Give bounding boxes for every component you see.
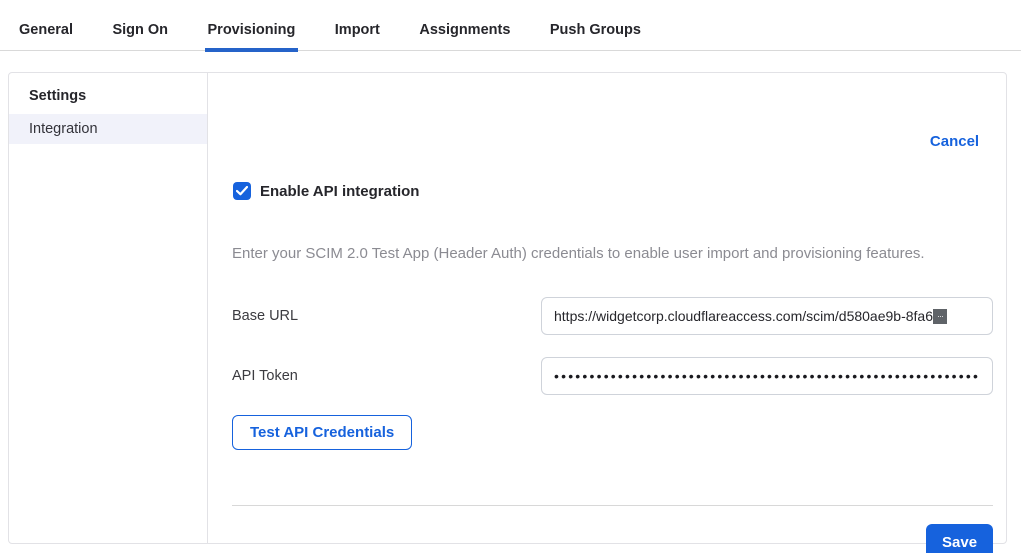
tab-general[interactable]: General <box>19 0 73 50</box>
enable-api-label: Enable API integration <box>260 183 419 200</box>
base-url-label: Base URL <box>232 308 541 324</box>
text-overflow-marker-icon: ··· <box>933 309 947 324</box>
api-token-input[interactable]: ••••••••••••••••••••••••••••••••••••••••… <box>541 357 993 395</box>
tab-push-groups[interactable]: Push Groups <box>550 0 641 50</box>
sidebar-item-integration[interactable]: Integration <box>9 114 207 144</box>
base-url-value: https://widgetcorp.cloudflareaccess.com/… <box>554 298 933 334</box>
save-button[interactable]: Save <box>926 524 993 553</box>
base-url-row: Base URL https://widgetcorp.cloudflareac… <box>232 297 993 335</box>
tab-assignments[interactable]: Assignments <box>419 0 510 50</box>
cancel-link[interactable]: Cancel <box>930 133 979 150</box>
tab-sign-on[interactable]: Sign On <box>112 0 168 50</box>
settings-sidebar: Settings Integration <box>9 73 208 543</box>
test-api-credentials-button[interactable]: Test API Credentials <box>232 415 412 450</box>
test-credentials-row: Test API Credentials <box>232 415 993 450</box>
enable-api-row: Enable API integration <box>232 182 993 200</box>
app-tab-bar: General Sign On Provisioning Import Assi… <box>0 0 1021 51</box>
provisioning-panel: Settings Integration Cancel Enable API i… <box>8 72 1007 544</box>
enable-api-checkbox[interactable] <box>233 182 251 200</box>
tab-import[interactable]: Import <box>335 0 380 50</box>
integration-settings-content: Cancel Enable API integration Enter your… <box>208 73 1017 543</box>
api-token-masked-value: ••••••••••••••••••••••••••••••••••••••••… <box>554 358 980 394</box>
api-token-row: API Token ••••••••••••••••••••••••••••••… <box>232 357 993 395</box>
footer-divider <box>232 505 993 506</box>
tab-provisioning[interactable]: Provisioning <box>208 0 296 50</box>
credentials-description: Enter your SCIM 2.0 Test App (Header Aut… <box>232 245 993 262</box>
base-url-input[interactable]: https://widgetcorp.cloudflareaccess.com/… <box>541 297 993 335</box>
save-row: Save <box>232 524 993 553</box>
sidebar-header-settings: Settings <box>9 82 207 114</box>
api-token-label: API Token <box>232 368 541 384</box>
cancel-row: Cancel <box>232 73 993 151</box>
